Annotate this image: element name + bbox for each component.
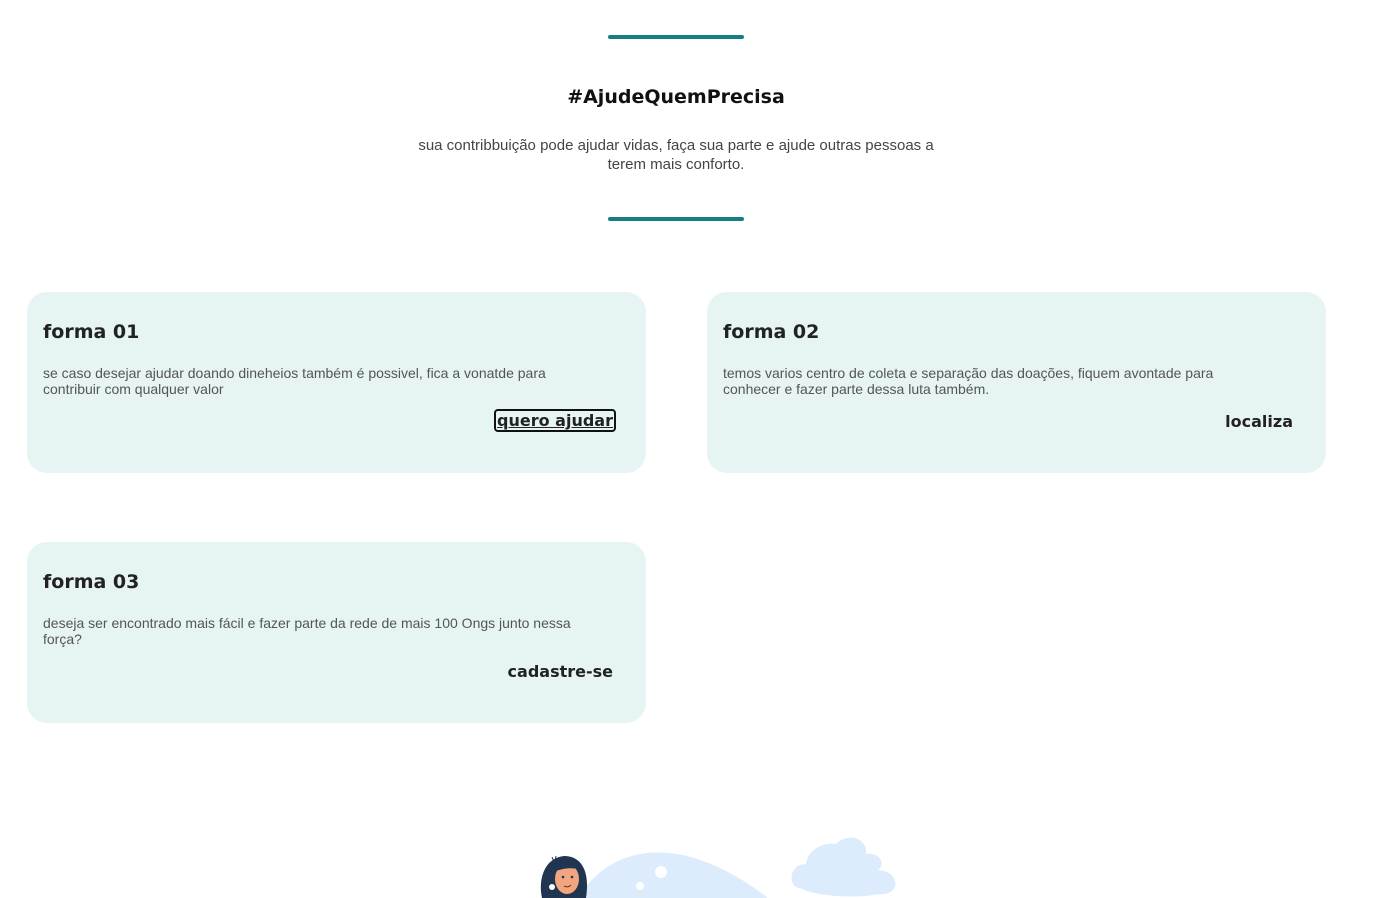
- card-title: forma 01: [43, 321, 140, 343]
- cadastre-se-button[interactable]: cadastre-se: [507, 662, 614, 681]
- hill-icon: [578, 852, 768, 898]
- cloud-icon: [791, 837, 896, 897]
- card-title: forma 02: [723, 321, 820, 343]
- card-description: temos varios centro de coleta e separaçã…: [723, 365, 1214, 397]
- top-divider: [608, 35, 744, 39]
- donation-card-3: forma 03 deseja ser encontrado mais fáci…: [27, 542, 646, 723]
- card-title: forma 03: [43, 571, 140, 593]
- localiza-button[interactable]: localiza: [1224, 412, 1294, 431]
- card-description: deseja ser encontrado mais fácil e fazer…: [43, 615, 571, 647]
- page: #AjudeQuemPrecisa sua contribbuição pode…: [0, 0, 1386, 898]
- donation-card-1: forma 01 se caso desejar ajudar doando d…: [27, 292, 646, 473]
- donation-card-2: forma 02 temos varios centro de coleta e…: [707, 292, 1326, 473]
- section-title: #AjudeQuemPrecisa: [567, 86, 785, 108]
- section-subtitle: sua contribbuição pode ajudar vidas, faç…: [418, 137, 934, 173]
- footer-illustration: [530, 820, 910, 898]
- bottom-divider: [608, 217, 744, 221]
- card-description: se caso desejar ajudar doando dineheios …: [43, 365, 546, 397]
- person-avatar-icon: [540, 855, 588, 898]
- quero-ajudar-button[interactable]: quero ajudar: [494, 409, 616, 432]
